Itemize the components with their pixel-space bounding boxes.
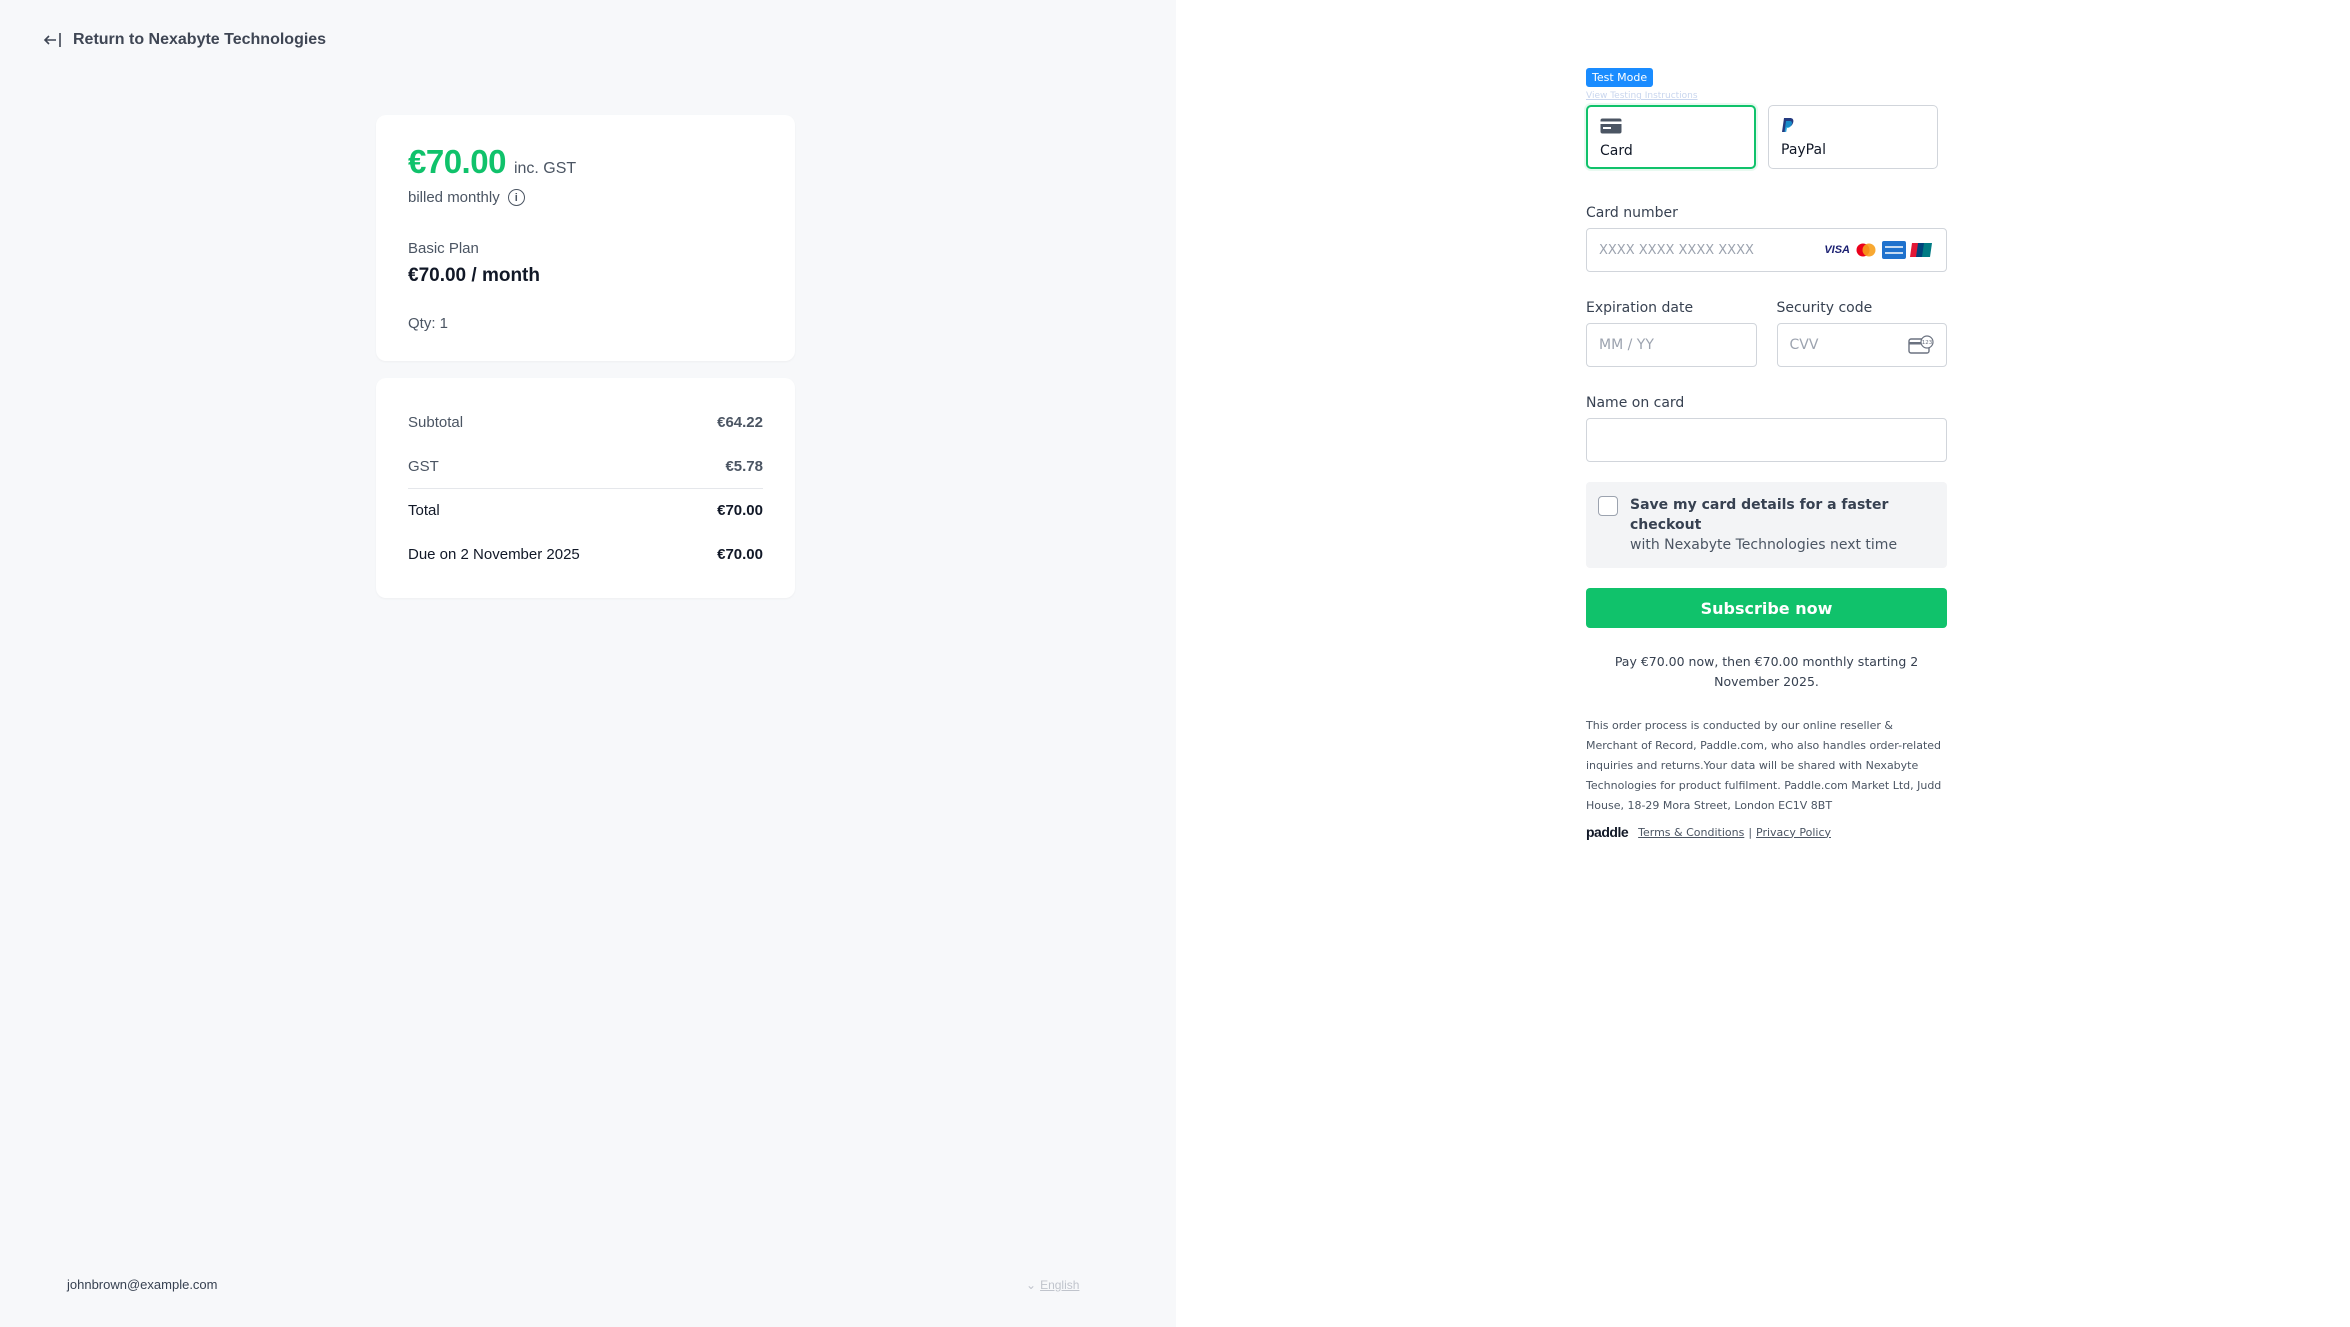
- subtotal-label: Subtotal: [408, 413, 464, 431]
- cvv-label: Security code: [1776, 300, 1873, 316]
- name-on-card-input[interactable]: [1586, 418, 1947, 462]
- price-summary-card: €70.00 inc. GST billed monthly i Basic P…: [376, 115, 795, 361]
- due-value: €70.00: [717, 545, 763, 563]
- price-tax-note: inc. GST: [513, 160, 577, 177]
- user-email: johnbrown@example.com: [67, 1277, 218, 1292]
- return-link[interactable]: Return to Nexabyte Technologies: [43, 30, 326, 50]
- subtotal-value: €64.22: [717, 413, 763, 431]
- cvv-placeholder: CVV: [1789, 337, 1819, 353]
- paddle-logo: paddle: [1586, 824, 1629, 840]
- save-card-checkbox[interactable]: [1598, 496, 1618, 516]
- paypal-icon: [1782, 118, 1794, 132]
- plan-name: Basic Plan: [408, 240, 479, 257]
- payment-form: Test Mode View Testing Instructions Card: [1586, 66, 1947, 840]
- method-card[interactable]: Card: [1586, 105, 1756, 169]
- save-card-subtitle: with Nexabyte Technologies next time: [1630, 537, 1898, 553]
- subscribe-button[interactable]: Subscribe now: [1586, 588, 1947, 628]
- svg-text:123: 123: [1922, 340, 1933, 346]
- method-paypal[interactable]: PayPal: [1768, 105, 1938, 169]
- payment-schedule-note: Pay €70.00 now, then €70.00 monthly star…: [1614, 654, 1919, 689]
- method-card-label: Card: [1600, 143, 1633, 159]
- expiry-label: Expiration date: [1586, 300, 1694, 316]
- return-link-label: Return to Nexabyte Technologies: [73, 31, 327, 48]
- total-label: Total: [408, 502, 440, 519]
- order-summary-panel: Return to Nexabyte Technologies €70.00 i…: [0, 0, 1176, 1327]
- test-mode-badge: Test Mode: [1586, 68, 1654, 87]
- language-label: English: [1040, 1278, 1080, 1292]
- total-price: €70.00: [408, 143, 506, 180]
- chevron-down-icon: ⌄: [1026, 1278, 1037, 1292]
- totals-card: Subtotal €64.22 GST €5.78 Total €70.00 D…: [376, 378, 795, 598]
- expiry-input[interactable]: MM / YY: [1586, 323, 1757, 367]
- checkout-panel: Test Mode View Testing Instructions Card: [1176, 0, 2350, 1327]
- cvv-input[interactable]: CVV 123: [1776, 323, 1947, 367]
- terms-link[interactable]: Terms & Conditions: [1638, 826, 1744, 839]
- due-label: Due on 2 November 2025: [408, 545, 580, 563]
- subtotal-row: Subtotal €64.22: [408, 400, 763, 444]
- save-card-option: Save my card details for a faster checko…: [1586, 482, 1947, 568]
- language-selector[interactable]: ⌄ English: [1026, 1278, 1079, 1292]
- card-number-input[interactable]: XXXX XXXX XXXX XXXX VISA: [1586, 228, 1947, 272]
- cvv-card-icon: 123: [1908, 335, 1934, 354]
- plan-price: €70.00 / month: [408, 265, 540, 286]
- total-value: €70.00: [717, 502, 763, 519]
- name-on-card-label: Name on card: [1586, 395, 1685, 411]
- testing-instructions-link[interactable]: View Testing Instructions: [1586, 91, 1947, 101]
- visa-icon: VISA: [1824, 244, 1850, 256]
- legal-footer: paddle Terms & Conditions | Privacy Poli…: [1586, 824, 1947, 840]
- tax-row: GST €5.78: [408, 444, 763, 488]
- tax-label: GST: [408, 457, 439, 475]
- card-number-placeholder: XXXX XXXX XXXX XXXX: [1599, 242, 1754, 258]
- privacy-link[interactable]: Privacy Policy: [1756, 826, 1831, 839]
- unionpay-icon: [1910, 243, 1932, 257]
- save-card-title: Save my card details for a faster checko…: [1630, 497, 1889, 533]
- tax-value: €5.78: [725, 457, 763, 475]
- total-row: Total €70.00: [408, 488, 763, 532]
- link-separator: |: [1748, 825, 1753, 839]
- amex-icon: [1882, 241, 1906, 259]
- payment-method-tabs: Card PayPal: [1586, 105, 1947, 169]
- merchant-of-record-notice: This order process is conducted by our o…: [1586, 719, 1942, 812]
- method-paypal-label: PayPal: [1781, 142, 1826, 158]
- credit-card-icon: [1600, 118, 1622, 134]
- arrow-left-icon: [43, 33, 61, 47]
- card-brands: VISA: [1824, 241, 1934, 259]
- card-number-label: Card number: [1586, 205, 1678, 221]
- quantity: Qty: 1: [408, 315, 449, 332]
- billing-period: billed monthly: [408, 189, 500, 206]
- info-icon[interactable]: i: [507, 189, 525, 206]
- mastercard-icon: [1856, 243, 1876, 257]
- expiry-placeholder: MM / YY: [1599, 337, 1654, 353]
- due-row: Due on 2 November 2025 €70.00: [408, 532, 763, 576]
